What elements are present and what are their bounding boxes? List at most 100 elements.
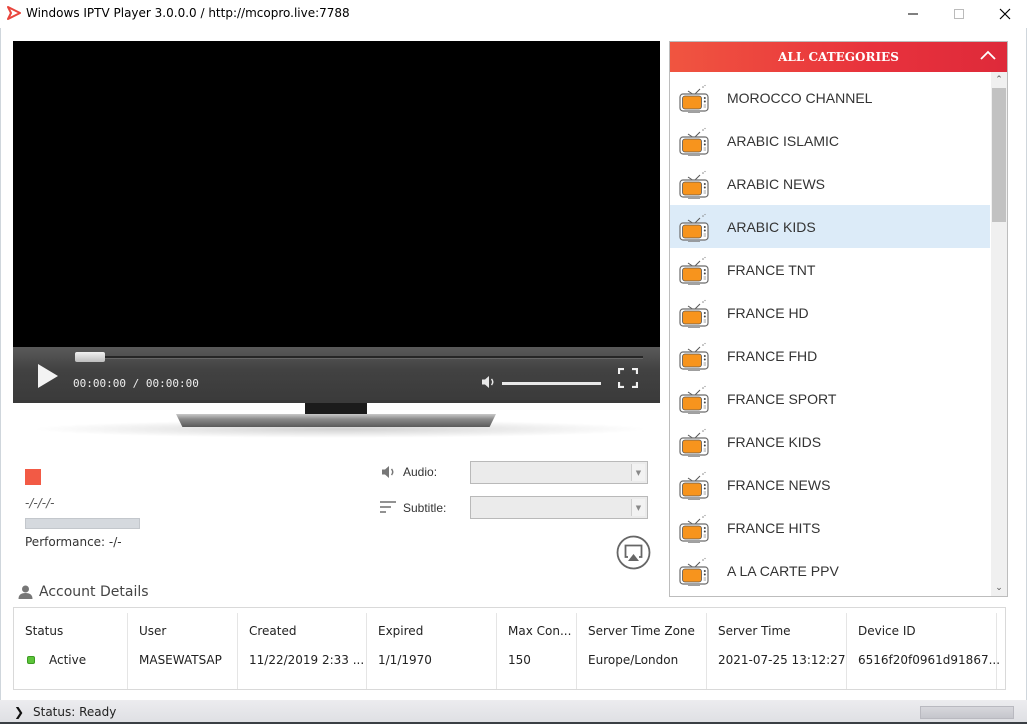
column-header: Device ID	[858, 624, 916, 638]
account-details-title: Account Details	[39, 584, 149, 600]
status-active-icon	[27, 656, 35, 664]
video-canvas[interactable]	[13, 41, 660, 347]
tv-icon	[678, 384, 710, 414]
column-header: Expired	[378, 624, 424, 638]
category-label: MOROCCO CHANNEL	[727, 89, 873, 106]
category-item[interactable]: ARABIC KIDS	[670, 205, 990, 248]
close-button[interactable]	[982, 0, 1027, 28]
column-header: Status	[25, 624, 64, 638]
categories-header[interactable]: ALL CATEGORIES	[670, 42, 1007, 72]
category-item[interactable]: FRANCE HITS	[670, 506, 990, 549]
column-server-time: Server Time 2021-07-25 13:12:27	[707, 613, 847, 689]
tv-icon	[678, 470, 710, 500]
chevron-down-icon[interactable]: ▼	[631, 499, 645, 516]
chevron-right-icon[interactable]: ❯	[14, 705, 24, 719]
column-expired: Expired 1/1/1970	[367, 613, 497, 689]
tv-stand-neck	[305, 403, 367, 415]
window-border-left	[0, 28, 1, 724]
minimize-button[interactable]	[890, 0, 936, 28]
fullscreen-icon[interactable]	[618, 368, 638, 388]
subtitle-label: Subtitle:	[403, 501, 447, 515]
title-bar: Windows IPTV Player 3.0.0.0 / http://mco…	[0, 0, 1027, 28]
time-display: 00:00:00 / 00:00:00	[73, 377, 199, 390]
category-item[interactable]: FRANCE HD	[670, 291, 990, 334]
window-title: Windows IPTV Player 3.0.0.0 / http://mco…	[26, 6, 350, 20]
column-max-connections: Max Con... 150	[497, 613, 577, 689]
tv-icon	[678, 556, 710, 586]
subtitle-lines-icon	[380, 501, 396, 513]
category-label: FRANCE NEWS	[727, 476, 831, 493]
scroll-down-icon[interactable]: ⌄	[991, 580, 1007, 596]
column-user: User MASEWATSAP	[128, 613, 238, 689]
account-table: Status Active User MASEWATSAP Created 11…	[13, 607, 1006, 690]
table-cell-created: 11/22/2019 2:33 ...	[249, 653, 365, 667]
table-cell-user: MASEWATSAP	[139, 653, 222, 667]
category-item[interactable]: MOROCCO CHANNEL	[670, 76, 990, 119]
column-header: User	[139, 624, 167, 638]
audio-speaker-icon	[382, 466, 394, 478]
category-label: FRANCE SPORT	[727, 390, 837, 407]
audio-label: Audio:	[403, 465, 438, 479]
user-icon	[18, 585, 33, 599]
tv-icon	[678, 83, 710, 113]
volume-slider[interactable]	[502, 382, 601, 385]
category-label: FRANCE FHD	[727, 347, 818, 364]
play-icon[interactable]	[38, 364, 58, 388]
table-cell-device-id: 6516f20f0961d91867...	[858, 653, 1001, 667]
category-item[interactable]: FRANCE FHD	[670, 334, 990, 377]
buffer-progress-bar	[25, 518, 140, 529]
category-item[interactable]: ARABIC ISLAMIC	[670, 119, 990, 162]
minimize-icon	[908, 13, 918, 15]
tv-icon	[678, 298, 710, 328]
close-icon	[999, 8, 1011, 20]
categories-header-label: ALL CATEGORIES	[778, 50, 899, 64]
category-item[interactable]: FRANCE SPORT	[670, 377, 990, 420]
column-header: Created	[249, 624, 297, 638]
category-label: FRANCE TNT	[727, 261, 816, 278]
tv-stand-base	[176, 414, 496, 427]
column-created: Created 11/22/2019 2:33 ...	[238, 613, 367, 689]
audio-track-select[interactable]: ▼	[470, 461, 648, 484]
chevron-up-icon[interactable]	[979, 48, 997, 62]
tv-icon	[678, 427, 710, 457]
tv-icon	[678, 212, 710, 242]
category-list: MOROCCO CHANNEL ARABIC ISLAMIC ARABIC NEWS…	[670, 76, 990, 592]
category-item[interactable]: FRANCE TNT	[670, 248, 990, 291]
seek-handle[interactable]	[75, 352, 105, 362]
tv-icon	[678, 341, 710, 371]
seek-bar[interactable]	[75, 356, 643, 359]
speaker-icon[interactable]	[481, 375, 497, 389]
category-item[interactable]: FRANCE KIDS	[670, 420, 990, 463]
scroll-up-icon[interactable]: ⌃	[991, 72, 1007, 88]
column-server-time-zone: Server Time Zone Europe/London	[577, 613, 707, 689]
app-logo-icon	[7, 6, 21, 20]
airplay-icon[interactable]	[616, 535, 651, 570]
category-label: ARABIC ISLAMIC	[727, 132, 840, 149]
record-indicator	[25, 469, 41, 485]
maximize-icon	[954, 9, 964, 19]
status-value: Active	[49, 653, 87, 667]
table-cell-expired: 1/1/1970	[378, 653, 432, 667]
chevron-down-icon[interactable]: ▼	[631, 464, 645, 481]
category-item[interactable]: FRANCE NEWS	[670, 463, 990, 506]
category-scrollbar[interactable]: ⌃ ⌄	[991, 72, 1007, 596]
category-label: ARABIC NEWS	[727, 175, 826, 192]
category-item[interactable]: ARABIC NEWS	[670, 162, 990, 205]
tv-icon	[678, 513, 710, 543]
maximize-button[interactable]	[936, 0, 982, 28]
column-status: Status Active	[14, 613, 128, 689]
status-bar: ❯ Status: Ready	[0, 700, 1027, 724]
category-label: FRANCE HITS	[727, 519, 821, 536]
column-device-id: Device ID 6516f20f0961d91867...	[847, 613, 1001, 689]
performance-text: Performance: -/-	[25, 535, 122, 549]
subtitle-track-select[interactable]: ▼	[470, 496, 648, 519]
table-cell-max-connections: 150	[508, 653, 531, 667]
categories-panel: ALL CATEGORIES MOROCCO CHANNEL ARABIC ISL…	[669, 41, 1008, 597]
column-header: Max Con...	[508, 624, 572, 638]
scrollbar-thumb[interactable]	[992, 88, 1006, 222]
table-cell-server-time: 2021-07-25 13:12:27	[718, 653, 846, 667]
table-cell-server-time-zone: Europe/London	[588, 653, 679, 667]
category-item[interactable]: A LA CARTE PPV	[670, 549, 990, 592]
status-progress-bar	[920, 706, 1014, 719]
tv-icon	[678, 169, 710, 199]
